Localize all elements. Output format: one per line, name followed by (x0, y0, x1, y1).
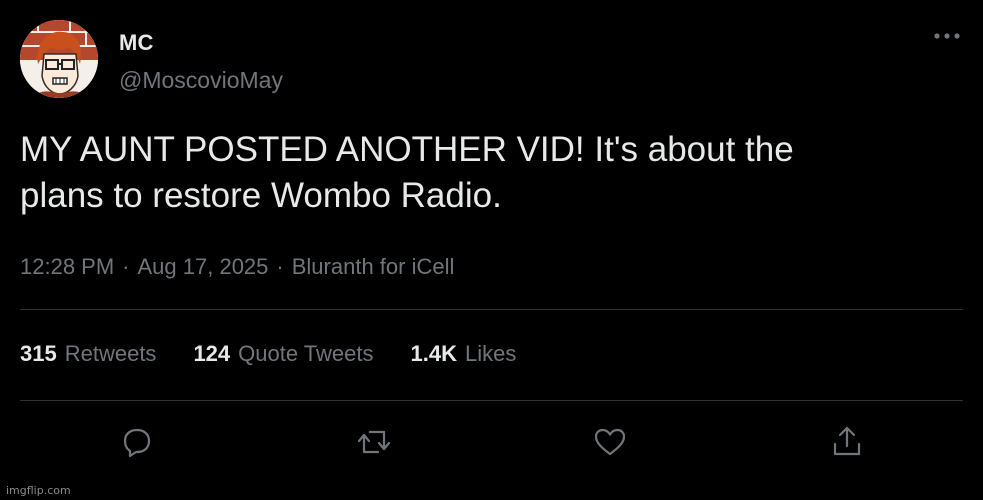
like-icon (594, 428, 626, 456)
likes-stat[interactable]: 1.4K Likes (411, 341, 517, 367)
stat-label: Likes (464, 341, 517, 366)
tweet-source[interactable]: Bluranth for iCell (292, 254, 455, 279)
retweet-button[interactable] (354, 422, 394, 462)
tweet-date[interactable]: Aug 17, 2025 (138, 254, 269, 279)
divider (20, 400, 963, 401)
avatar-illustration (20, 20, 98, 98)
quote-tweets-stat[interactable]: 124 Quote Tweets (193, 341, 373, 367)
imgflip-watermark: imgflip.com (6, 484, 71, 497)
tweet-metadata: 12:28 PM · Aug 17, 2025 · Bluranth for iCell (20, 254, 454, 280)
more-options-button[interactable] (930, 24, 964, 48)
share-icon (833, 426, 861, 456)
meta-separator: · (276, 254, 284, 279)
stat-count: 1.4K (410, 341, 457, 366)
stat-count: 124 (193, 341, 231, 366)
divider (20, 309, 963, 310)
share-button[interactable] (827, 422, 867, 462)
engagement-stats: 315 Retweets 124 Quote Tweets 1.4K Likes (20, 341, 553, 367)
stat-label: Quote Tweets (238, 341, 374, 366)
retweets-stat[interactable]: 315 Retweets (20, 341, 156, 367)
meta-separator: · (122, 254, 130, 279)
display-name[interactable]: MC (119, 30, 154, 56)
stat-label: Retweets (64, 341, 157, 366)
tweet-text-line: MY AUNT POSTED ANOTHER VID! It's about t… (20, 130, 794, 169)
more-icon (934, 33, 960, 39)
tweet-text: MY AUNT POSTED ANOTHER VID! It's about t… (20, 127, 940, 219)
tweet-text-line: plans to restore Wombo Radio. (20, 176, 502, 215)
stat-count: 315 (20, 341, 57, 366)
reply-button[interactable] (117, 422, 157, 462)
reply-icon (123, 428, 151, 458)
like-button[interactable] (590, 422, 630, 462)
retweet-icon (357, 430, 391, 454)
tweet-time[interactable]: 12:28 PM (20, 254, 114, 279)
avatar[interactable] (20, 20, 98, 98)
user-handle[interactable]: @MoscovioMay (119, 67, 283, 94)
